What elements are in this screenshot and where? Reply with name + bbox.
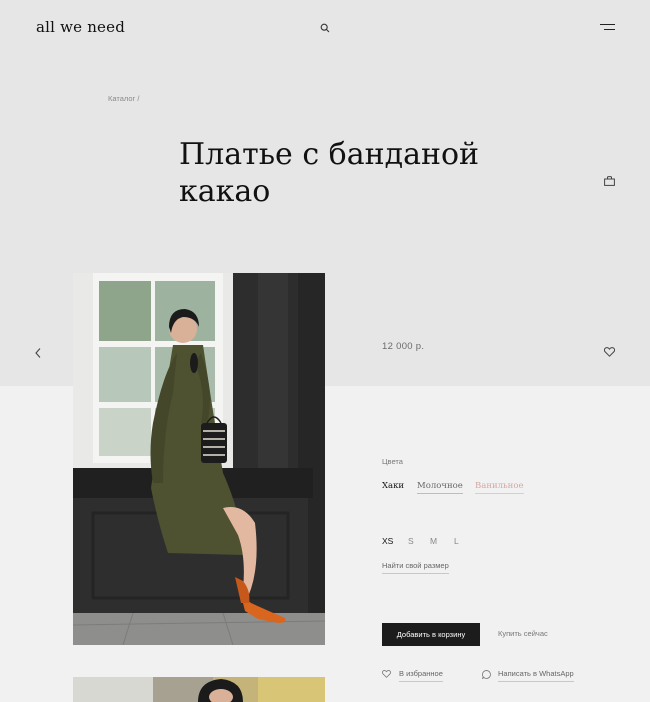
add-to-favorites-link[interactable]: В избранное (399, 669, 443, 682)
breadcrumb[interactable]: Каталог / (108, 94, 139, 103)
heart-icon[interactable] (604, 347, 615, 357)
whatsapp-link[interactable]: Написать в WhatsApp (498, 669, 574, 682)
menu-icon[interactable] (600, 24, 615, 32)
find-size-link[interactable]: Найти свой размер (382, 561, 449, 574)
whatsapp-icon[interactable] (482, 670, 491, 679)
add-to-cart-button[interactable]: Добавить в корзину (382, 623, 480, 646)
bag-icon[interactable] (604, 176, 615, 186)
size-option-xs[interactable]: XS (382, 536, 393, 546)
colors-label: Цвета (382, 457, 403, 466)
color-option-khaki[interactable]: Хаки (382, 481, 404, 493)
product-photo-secondary (73, 677, 325, 702)
color-option-milk[interactable]: Молочное (417, 481, 463, 494)
product-photo (73, 273, 325, 645)
chevron-left-icon[interactable] (35, 348, 41, 358)
site-logo[interactable]: all we need (36, 18, 125, 36)
size-option-s[interactable]: S (408, 536, 414, 546)
size-option-m[interactable]: M (430, 536, 437, 546)
search-icon[interactable] (320, 23, 330, 33)
heart-icon[interactable] (382, 670, 391, 678)
product-price: 12 000 р. (382, 341, 425, 352)
page-title: Платье с банданой какао (179, 137, 480, 209)
color-option-vanilla[interactable]: Ванильное (475, 481, 524, 494)
buy-now-button[interactable]: Купить сейчас (498, 629, 548, 638)
size-option-l[interactable]: L (454, 536, 459, 546)
